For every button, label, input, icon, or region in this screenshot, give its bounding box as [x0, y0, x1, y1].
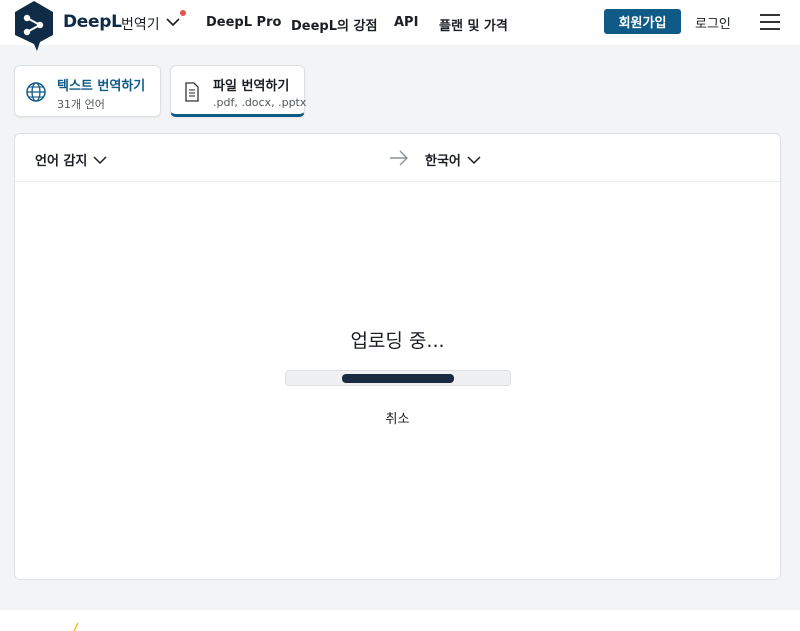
- tab-subtitle: .pdf, .docx, .pptx: [213, 96, 307, 109]
- chevron-down-icon: [93, 155, 107, 164]
- cancel-upload-button[interactable]: 취소: [15, 408, 780, 427]
- tab-translate-files[interactable]: 파일 번역하기 .pdf, .docx, .pptx: [170, 65, 307, 117]
- translator-menu-label[interactable]: 번역기: [121, 14, 160, 34]
- nav-link-api[interactable]: API: [394, 15, 418, 30]
- nav-link-pricing[interactable]: 플랜 및 가격: [439, 15, 508, 34]
- notification-dot: [180, 10, 186, 16]
- language-selector-bar: 언어 감지 한국어: [15, 134, 780, 182]
- chevron-down-icon[interactable]: [165, 14, 181, 30]
- deepl-logo-icon[interactable]: [13, 0, 55, 52]
- upload-progress-fill: [342, 374, 454, 383]
- globe-icon: [26, 82, 46, 102]
- footer-area: [0, 610, 800, 631]
- document-icon: [185, 82, 199, 102]
- upload-progress-bar: [285, 370, 511, 386]
- brand-name[interactable]: DeepL: [63, 12, 122, 32]
- login-link[interactable]: 로그인: [695, 13, 731, 32]
- tab-title: 텍스트 번역하기: [57, 79, 146, 94]
- nav-link-deepl-pro[interactable]: DeepL Pro: [206, 15, 281, 30]
- nav-link-why-deepl[interactable]: DeepL의 강점: [291, 15, 377, 34]
- top-navigation: DeepL 번역기 DeepL Pro DeepL의 강점 API 플랜 및 가…: [0, 0, 800, 51]
- signup-button[interactable]: 회원가입: [604, 9, 681, 34]
- upload-status-text: 업로딩 중...: [350, 330, 445, 352]
- pencil-mark-icon: [73, 622, 79, 631]
- tab-translate-text[interactable]: 텍스트 번역하기 31개 언어: [14, 65, 161, 117]
- arrow-right-icon: [390, 150, 408, 166]
- target-language-label: 한국어: [425, 154, 461, 169]
- source-language-label: 언어 감지: [35, 154, 88, 169]
- source-language-select[interactable]: 언어 감지: [35, 150, 107, 169]
- file-translation-panel: 언어 감지 한국어 업로딩 중... 취소: [14, 133, 781, 580]
- chevron-down-icon: [467, 155, 481, 164]
- tab-subtitle: 31개 언어: [57, 98, 105, 111]
- tab-title: 파일 번역하기: [213, 79, 290, 94]
- hamburger-menu-icon[interactable]: [760, 14, 782, 32]
- target-language-select[interactable]: 한국어: [425, 150, 481, 169]
